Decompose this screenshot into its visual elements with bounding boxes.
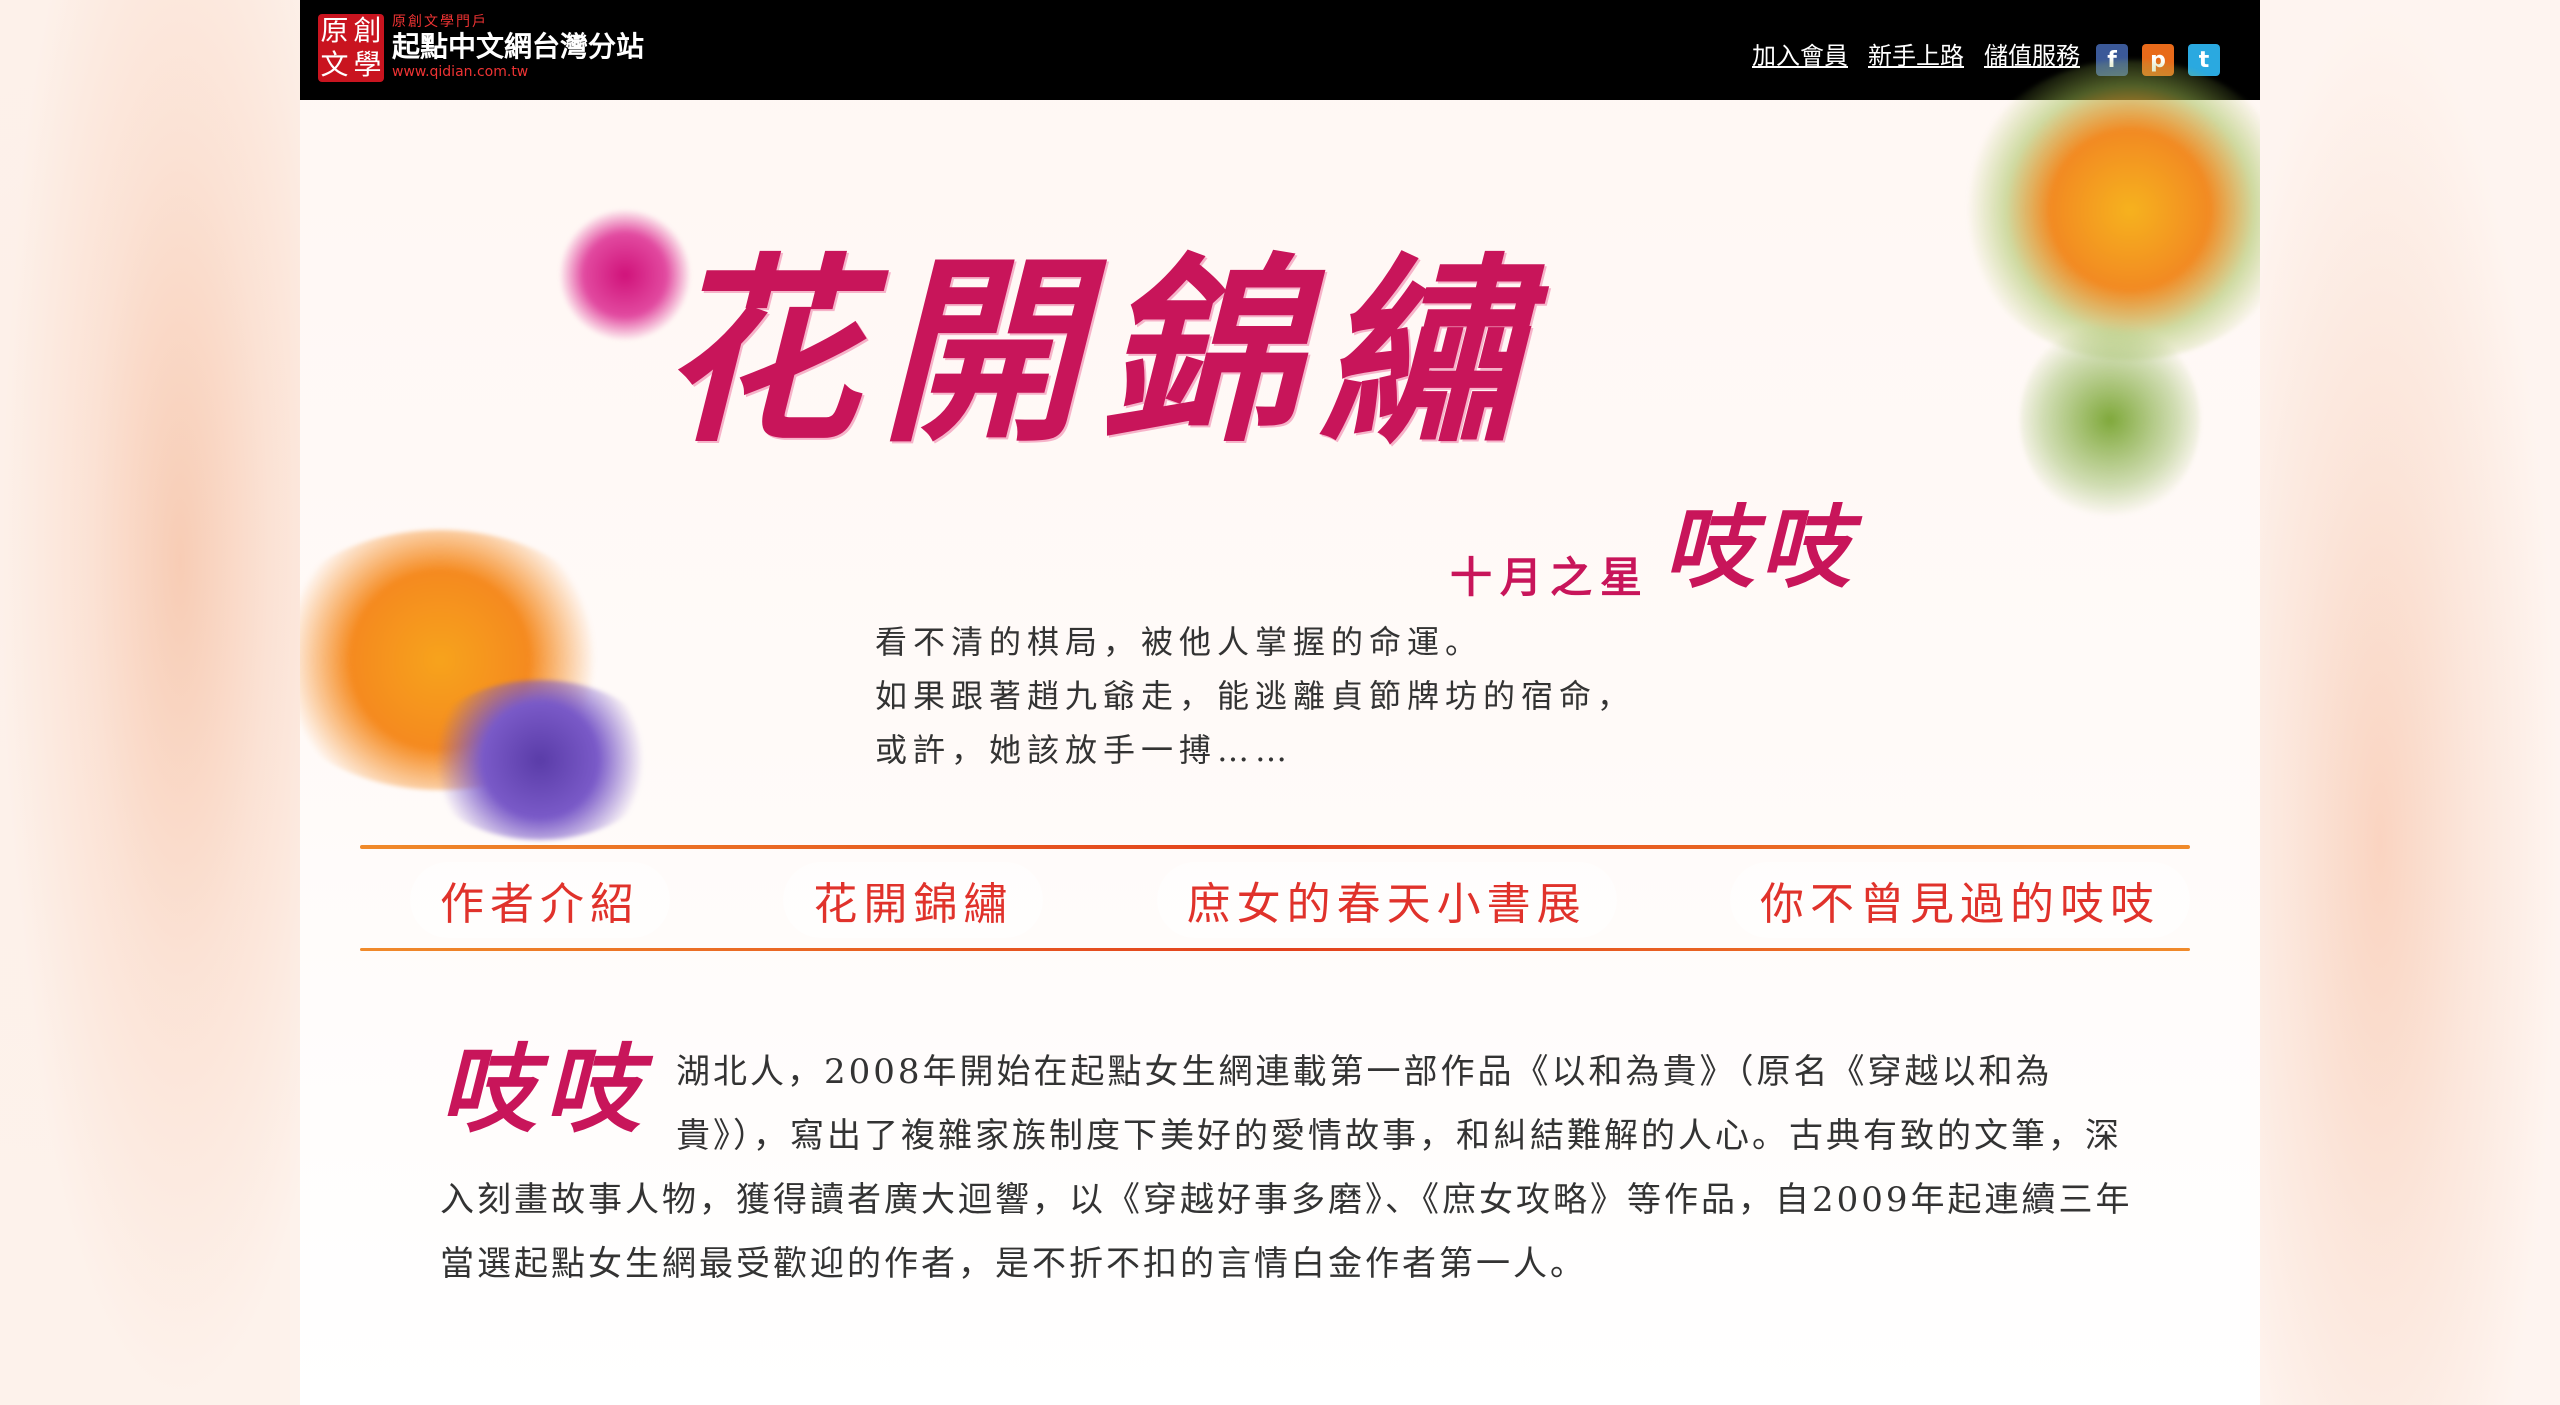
right-watercolor-wash: [2260, 0, 2560, 1405]
seal-char: 創: [353, 14, 382, 47]
hero-banner: 花開錦繡 十月之星 吱吱 看不清的棋局，被他人掌握的命運。 如果跟著趙九爺走，能…: [300, 60, 2260, 860]
newbie-guide-link[interactable]: 新手上路: [1868, 36, 1964, 71]
intro-line: 如果跟著趙九爺走，能逃離貞節牌坊的宿命，: [875, 677, 1636, 715]
recharge-link[interactable]: 儲值服務: [1984, 36, 2080, 71]
bio-author-name: 吱吱: [440, 1033, 648, 1146]
month-star-label: 十月之星: [1450, 553, 1651, 602]
flower-decoration: [420, 680, 660, 840]
intro-line: 看不清的棋局，被他人掌握的命運。: [875, 623, 1484, 661]
top-bar: 原 創 文 學 原創文學門戶 起點中文網台灣分站 www.qidian.com.…: [300, 0, 2260, 100]
flower-decoration: [1960, 60, 2260, 360]
logo-url: www.qidian.com.tw: [392, 64, 529, 80]
nav-book-title[interactable]: 花開錦繡: [783, 862, 1044, 938]
nav-divider-top: [360, 845, 2190, 849]
left-watercolor-wash: [0, 0, 300, 1405]
nav-book-exhibition[interactable]: 庶女的春天小書展: [1156, 862, 1617, 938]
flower-decoration: [2020, 320, 2200, 520]
join-member-link[interactable]: 加入會員: [1752, 36, 1848, 71]
site-logo-text[interactable]: 原創文學門戶 起點中文網台灣分站 www.qidian.com.tw: [392, 14, 644, 80]
hero-intro: 看不清的棋局，被他人掌握的命運。 如果跟著趙九爺走，能逃離貞節牌坊的宿命， 或許…: [875, 615, 1635, 777]
seal-char: 學: [353, 48, 382, 81]
nav-unseen-author[interactable]: 你不曾見過的吱吱: [1729, 862, 2190, 938]
hero-subtitle: 十月之星 吱吱: [1450, 475, 1856, 605]
site-logo-seal[interactable]: 原 創 文 學: [318, 14, 384, 82]
top-links: 加入會員 新手上路 儲值服務: [1752, 36, 2080, 71]
seal-char: 文: [320, 48, 349, 81]
main-nav: 作者介紹 花開錦繡 庶女的春天小書展 你不曾見過的吱吱: [410, 860, 2190, 940]
bio-text: 湖北人，2008年開始在起點女生網連載第一部作品《以和為貴》（原名《穿越以和為貴…: [440, 1052, 2133, 1284]
logo-tagline: 原創文學門戶: [392, 14, 488, 30]
logo-site-name: 起點中文網台灣分站: [392, 30, 645, 63]
intro-line: 或許，她該放手一搏……: [875, 731, 1294, 769]
page-container: 原 創 文 學 原創文學門戶 起點中文網台灣分站 www.qidian.com.…: [300, 0, 2260, 1405]
nav-divider-bottom: [360, 948, 2190, 951]
seal-char: 原: [320, 14, 349, 47]
nav-author-intro[interactable]: 作者介紹: [410, 862, 670, 938]
hero-title: 花開錦繡: [660, 235, 1541, 470]
star-author-name: 吱吱: [1664, 495, 1857, 601]
author-bio: 吱吱 湖北人，2008年開始在起點女生網連載第一部作品《以和為貴》（原名《穿越以…: [440, 1040, 2140, 1296]
